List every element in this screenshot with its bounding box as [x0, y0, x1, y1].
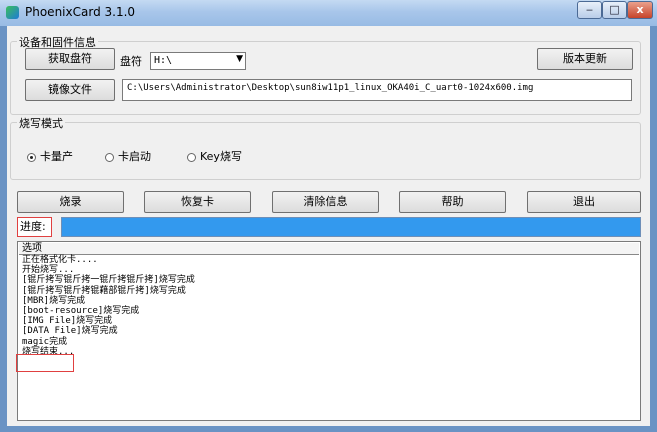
progress-label: 进度:	[17, 217, 52, 237]
help-button[interactable]: 帮助	[399, 191, 506, 213]
burn-button[interactable]: 烧录	[17, 191, 124, 213]
window-title: PhoenixCard 3.1.0	[25, 5, 136, 19]
minimize-button[interactable]: ‒	[577, 1, 602, 19]
image-file-button[interactable]: 镜像文件	[25, 79, 115, 101]
log-lines: 正在格式化卡.... 开始烧写... [锟斤拷写锟斤拷一锟斤拷锟斤拷]烧写完成 …	[22, 255, 195, 357]
log-line: 正在格式化卡....	[22, 255, 98, 265]
drive-label: 盘符	[120, 55, 142, 68]
log-header: 选项	[19, 243, 639, 255]
log-line: [MBR]烧写完成	[22, 295, 86, 306]
client-area: 设备和固件信息 获取盘符 盘符 H:\ ▼ 版本更新 镜像文件 C:\Users…	[7, 26, 650, 426]
log-line: magic完成	[22, 336, 68, 347]
radio-selected-icon	[27, 152, 36, 162]
phoenixcard-app-icon	[6, 6, 19, 19]
exit-button[interactable]: 退出	[527, 191, 641, 213]
burn-mode-legend: 烧写模式	[17, 115, 65, 131]
progress-bar	[61, 217, 641, 237]
progress-fill	[62, 218, 640, 236]
radio-card-boot[interactable]: 卡启动	[105, 148, 151, 164]
restore-card-button[interactable]: 恢复卡	[144, 191, 251, 213]
get-drive-button[interactable]: 获取盘符	[25, 48, 115, 70]
close-button[interactable]: x	[627, 1, 653, 19]
chevron-down-icon[interactable]: ▼	[236, 54, 243, 64]
radio-key-burn-label: Key烧写	[200, 150, 242, 163]
radio-unselected-icon	[105, 152, 114, 162]
window-bottom-edge	[0, 426, 657, 432]
log-line: [锟斤拷写锟斤拷一锟斤拷锟斤拷]烧写完成	[22, 275, 195, 286]
clear-info-button[interactable]: 清除信息	[272, 191, 379, 213]
radio-key-burn[interactable]: Key烧写	[187, 148, 242, 164]
log-line: [IMG File]烧写完成	[22, 316, 113, 327]
log-line: [锟斤拷写锟斤拷锟藉部锟斤拷]烧写完成	[22, 285, 186, 296]
drive-select[interactable]: H:\ ▼	[150, 52, 246, 70]
app-window: PhoenixCard 3.1.0 ‒ □ x 设备和固件信息 获取盘符 盘符 …	[0, 0, 657, 432]
radio-card-production-label: 卡量产	[40, 150, 73, 163]
radio-card-boot-label: 卡启动	[118, 150, 151, 163]
image-path-field[interactable]: C:\Users\Administrator\Desktop\sun8iw11p…	[122, 79, 632, 101]
log-line: [boot-resource]烧写完成	[22, 306, 140, 317]
log-panel[interactable]: 选项 正在格式化卡.... 开始烧写... [锟斤拷写锟斤拷一锟斤拷锟斤拷]烧写…	[17, 241, 641, 421]
version-update-button[interactable]: 版本更新	[537, 48, 633, 70]
radio-card-production[interactable]: 卡量产	[27, 148, 73, 164]
drive-value: H:\	[154, 55, 173, 66]
radio-unselected-icon	[187, 152, 196, 162]
log-line: [DATA File]烧写完成	[22, 326, 118, 337]
log-line: 开始烧写...	[22, 265, 75, 276]
maximize-button[interactable]: □	[602, 1, 627, 19]
annotation-highlight-box	[16, 354, 74, 372]
title-bar[interactable]: PhoenixCard 3.1.0 ‒ □ x	[0, 0, 657, 26]
